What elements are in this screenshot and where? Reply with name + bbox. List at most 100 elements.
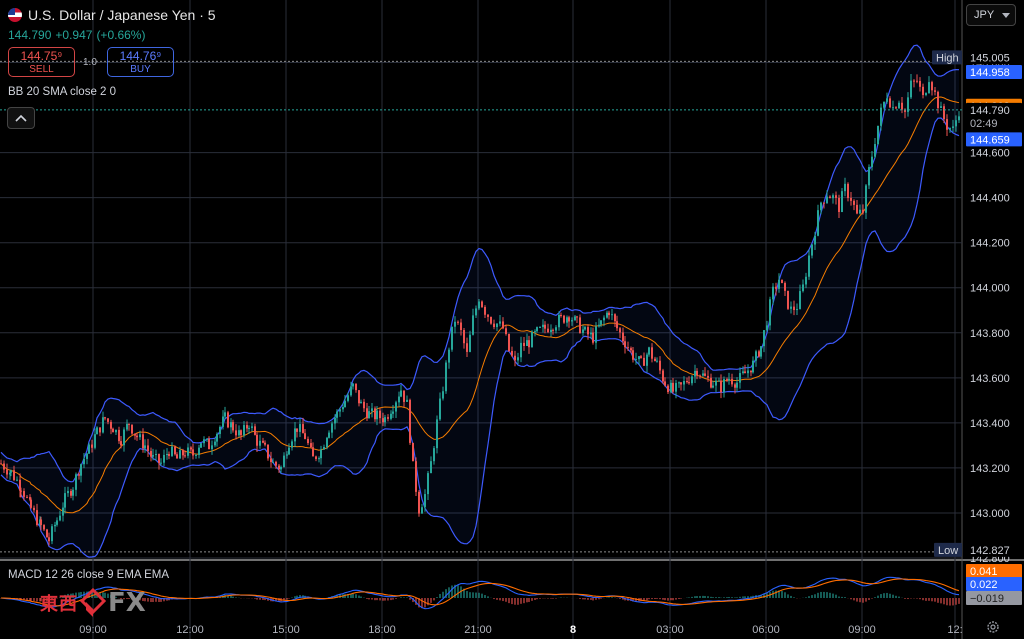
y-tick-label: 143.200: [970, 463, 1010, 475]
settings-gear-icon[interactable]: [986, 620, 1000, 634]
macd-histogram-bar: [457, 585, 459, 598]
candle-body: [131, 424, 133, 434]
macd-histogram-bar: [739, 596, 741, 598]
candle-body: [427, 473, 429, 495]
x-tick-label: 09:00: [79, 624, 107, 636]
macd-histogram-bar: [523, 598, 525, 604]
macd-histogram-bar: [694, 596, 696, 598]
candle-body: [670, 382, 672, 393]
candle-body: [254, 426, 256, 435]
candle-body: [272, 461, 274, 463]
macd-histogram-bar: [539, 598, 541, 599]
symbol-header[interactable]: U.S. Dollar / Japanese Yen · 5: [8, 7, 216, 23]
candle-body: [88, 444, 90, 454]
candle-body: [747, 370, 749, 374]
candle-body: [481, 301, 483, 307]
candle-body: [110, 421, 112, 429]
candle-body: [94, 434, 96, 448]
macd-histogram-bar: [436, 597, 438, 598]
macd-legend[interactable]: MACD 12 26 close 9 EMA EMA: [8, 569, 169, 581]
candle-body: [531, 331, 533, 348]
macd-histogram-bar: [259, 598, 261, 600]
candle-body: [802, 284, 804, 292]
candle-body: [240, 430, 242, 436]
candle-body: [937, 91, 939, 109]
candle-body: [331, 423, 333, 433]
macd-histogram-bar: [520, 598, 522, 604]
x-tick-label: 15:00: [272, 624, 300, 636]
macd-histogram-bar: [390, 598, 392, 601]
candle-body: [80, 464, 82, 476]
macd-histogram-bar: [552, 598, 554, 599]
macd-histogram-bar: [654, 598, 656, 599]
candle-body: [796, 308, 798, 311]
candle-body: [946, 119, 948, 130]
candle-body: [182, 450, 184, 456]
candle-body: [622, 332, 624, 342]
x-tick-label: 03:00: [656, 624, 684, 636]
candle-body: [616, 321, 618, 329]
bb-lower-tag: 144.659: [970, 134, 1010, 146]
macd-histogram-bar: [374, 598, 376, 601]
candle-body: [144, 445, 146, 449]
candle-body: [672, 382, 674, 392]
candle-body: [123, 429, 125, 446]
macd-histogram-bar: [611, 597, 613, 598]
candle-body: [755, 351, 757, 361]
buy-button[interactable]: 144.76⁹ BUY: [107, 47, 174, 77]
candle-body: [493, 323, 495, 327]
candle-body: [844, 183, 846, 192]
macd-histogram-bar: [579, 598, 581, 599]
candle-body: [224, 412, 226, 417]
macd-histogram-bar: [387, 598, 389, 601]
candle-body: [398, 396, 400, 403]
candle-body: [656, 360, 658, 362]
candle-body: [382, 418, 384, 423]
candle-body: [922, 86, 924, 95]
candle-body: [555, 327, 557, 331]
candle-body: [600, 320, 602, 325]
macd-histogram-bar: [508, 598, 510, 604]
price-chart[interactable]: 145.000144.600144.400144.200144.000143.8…: [0, 0, 1024, 639]
candle-body: [168, 454, 170, 456]
candle-body: [40, 519, 42, 526]
macd-histogram-bar: [595, 598, 597, 600]
candle-body: [99, 427, 101, 433]
candle-body: [526, 340, 528, 347]
candle-body: [238, 430, 240, 436]
macd-histogram-bar: [382, 598, 384, 601]
candle-body: [805, 276, 807, 285]
macd-histogram-bar: [790, 595, 792, 598]
lot-size[interactable]: 1.0: [83, 57, 97, 68]
collapse-legend-button[interactable]: [7, 107, 35, 129]
macd-histogram-bar: [787, 594, 789, 598]
candle-body: [731, 378, 733, 385]
candle-body: [883, 101, 885, 108]
macd-histogram-bar: [949, 598, 951, 606]
candle-body: [387, 417, 389, 419]
macd-histogram-bar: [940, 598, 942, 604]
candle-body: [582, 329, 584, 333]
macd-histogram-bar: [955, 598, 957, 605]
macd-histogram-bar: [952, 598, 954, 606]
symbol-title: U.S. Dollar / Japanese Yen · 5: [28, 7, 216, 23]
macd-histogram-bar: [835, 594, 837, 598]
x-tick-label: 12:00: [176, 624, 204, 636]
candle-body: [608, 312, 610, 316]
candle-body: [550, 329, 552, 333]
indicator-legend[interactable]: BB 20 SMA close 2 0: [8, 86, 116, 98]
candle-body: [638, 356, 640, 360]
candle-body: [763, 330, 765, 347]
macd-histogram-bar: [820, 591, 822, 598]
macd-histogram-bar: [403, 597, 405, 598]
macd-histogram-bar: [534, 598, 536, 601]
candle-body: [630, 348, 632, 351]
macd-histogram-bar: [734, 597, 736, 598]
sell-button[interactable]: 144.75⁹ SELL: [8, 47, 75, 77]
candle-body: [139, 434, 141, 438]
candle-body: [560, 314, 562, 316]
macd-histogram-bar: [254, 598, 256, 599]
macd-histogram-bar: [919, 598, 921, 600]
currency-selector[interactable]: JPY: [966, 4, 1016, 26]
high-tag-label: High: [936, 52, 959, 64]
